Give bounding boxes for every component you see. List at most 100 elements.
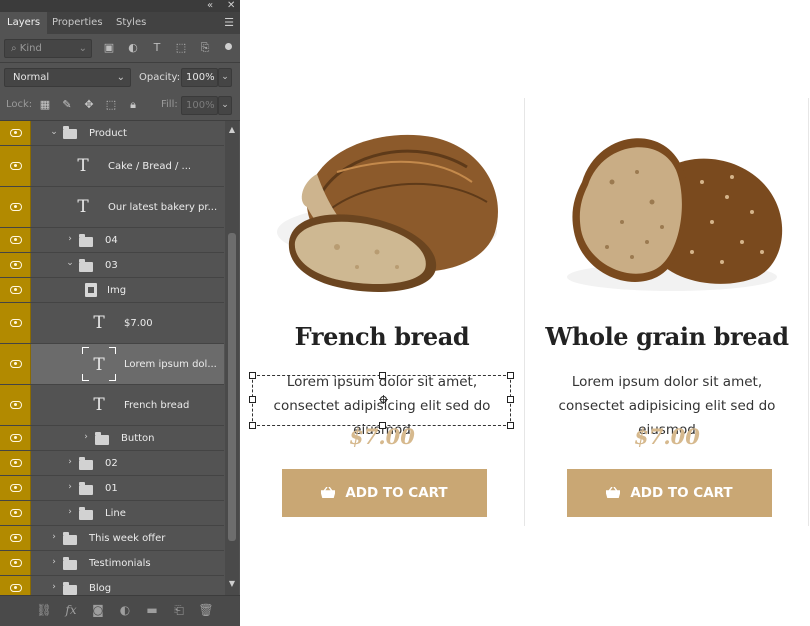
filter-kind-select[interactable]: ⌕ Kind ⌄: [4, 39, 92, 58]
layer-row[interactable]: › 02: [0, 451, 224, 476]
eye-icon: [10, 203, 22, 211]
lock-transparent-icon[interactable]: ▦: [38, 98, 52, 112]
layer-row[interactable]: ⌄ 03: [0, 253, 224, 278]
chevron-right-icon[interactable]: ›: [65, 457, 75, 467]
scroll-down-icon[interactable]: ▼: [227, 579, 237, 588]
layer-mask-icon[interactable]: ◙: [90, 603, 106, 617]
visibility-toggle[interactable]: [0, 451, 31, 475]
layer-row[interactable]: › 01: [0, 476, 224, 501]
opacity-input[interactable]: 100%: [181, 68, 218, 87]
eye-icon: [10, 459, 22, 467]
whole-grain-bread-image: [567, 138, 783, 291]
layer-name: This week offer: [89, 533, 166, 544]
layer-row[interactable]: › 04: [0, 228, 224, 253]
layer-row-selected[interactable]: T Lorem ipsum dol...: [0, 344, 224, 385]
chevron-right-icon[interactable]: ›: [65, 482, 75, 492]
visibility-toggle[interactable]: [0, 253, 31, 277]
layer-row[interactable]: T Cake / Bread / ...: [0, 146, 224, 187]
layer-list-scrollbar[interactable]: ▲ ▼: [225, 121, 239, 595]
tab-layers[interactable]: Layers: [0, 12, 48, 34]
layer-row[interactable]: › Testimonials: [0, 551, 224, 576]
folder-icon: [95, 432, 109, 445]
visibility-toggle[interactable]: [0, 551, 31, 575]
chevron-down-icon[interactable]: ⌄: [65, 258, 75, 268]
visibility-toggle[interactable]: [0, 121, 31, 145]
new-layer-icon[interactable]: ⎗: [171, 603, 187, 617]
visibility-toggle[interactable]: [0, 576, 31, 595]
visibility-toggle[interactable]: [0, 278, 31, 302]
layer-row[interactable]: T French bread: [0, 385, 224, 426]
chevron-down-icon[interactable]: ⌄: [49, 127, 59, 137]
delete-layer-icon[interactable]: 🗑︎: [198, 603, 214, 617]
eye-icon: [10, 534, 22, 542]
layer-row[interactable]: › Line: [0, 501, 224, 526]
lock-pixels-icon[interactable]: ✎: [60, 98, 74, 112]
new-group-icon[interactable]: ▬: [144, 603, 160, 617]
visibility-toggle[interactable]: [0, 228, 31, 252]
lock-label: Lock:: [6, 99, 33, 110]
close-icon[interactable]: ✕: [227, 0, 235, 12]
layer-name: 03: [105, 260, 118, 271]
chevron-right-icon[interactable]: ›: [65, 507, 75, 517]
smart-object-filter-icon[interactable]: ⎘: [198, 41, 212, 55]
fill-dropdown-icon[interactable]: ⌄: [218, 96, 232, 115]
layer-row[interactable]: Img: [0, 278, 224, 303]
layer-name: 01: [105, 483, 118, 494]
blend-mode-select[interactable]: Normal ⌄: [4, 68, 131, 87]
visibility-toggle[interactable]: [0, 501, 31, 525]
panel-menu-icon[interactable]: ☰: [224, 16, 234, 29]
visibility-toggle[interactable]: [0, 187, 31, 227]
chevron-right-icon[interactable]: ›: [49, 557, 59, 567]
column-divider: [524, 98, 525, 526]
lock-row: Lock: ▦ ✎ ✥ ⬚ 🔒︎ Fill: 100% ⌄: [4, 94, 236, 116]
type-layer-icon: T: [77, 197, 89, 217]
layer-name: 02: [105, 458, 118, 469]
fx-icon[interactable]: fx: [63, 603, 79, 617]
adjustment-filter-icon[interactable]: ◐: [126, 41, 140, 55]
add-to-cart-button[interactable]: ADD TO CART: [567, 469, 772, 517]
layer-name: Line: [105, 508, 126, 519]
scroll-up-icon[interactable]: ▲: [227, 125, 237, 134]
adjustment-layer-icon[interactable]: ◐: [117, 603, 133, 617]
layer-row[interactable]: › Button: [0, 426, 224, 451]
scroll-thumb[interactable]: [228, 233, 236, 541]
chevron-right-icon[interactable]: ›: [49, 532, 59, 542]
type-filter-icon[interactable]: T: [150, 41, 164, 55]
layer-row[interactable]: T Our latest bakery pr...: [0, 187, 224, 228]
layer-row[interactable]: ⌄ Product: [0, 121, 224, 146]
visibility-toggle[interactable]: [0, 303, 31, 343]
collapse-icon[interactable]: «: [207, 0, 213, 12]
layer-row[interactable]: › This week offer: [0, 526, 224, 551]
link-layers-icon[interactable]: ⛓︎: [36, 603, 52, 617]
layer-row[interactable]: T $7.00: [0, 303, 224, 344]
visibility-toggle[interactable]: [0, 344, 31, 384]
opacity-dropdown-icon[interactable]: ⌄: [218, 68, 232, 87]
chevron-right-icon[interactable]: ›: [65, 234, 75, 244]
visibility-toggle[interactable]: [0, 526, 31, 550]
filter-toggle-icon[interactable]: [225, 43, 232, 50]
tab-styles[interactable]: Styles: [109, 12, 153, 34]
visibility-toggle[interactable]: [0, 476, 31, 500]
image-filter-icon[interactable]: ▣: [102, 41, 116, 55]
folder-icon: [79, 234, 93, 247]
divider: [0, 62, 240, 63]
add-to-cart-button[interactable]: ADD TO CART: [282, 469, 487, 517]
visibility-toggle[interactable]: [0, 385, 31, 425]
lock-all-icon[interactable]: 🔒︎: [126, 98, 140, 112]
lock-position-icon[interactable]: ✥: [82, 98, 96, 112]
chevron-right-icon[interactable]: ›: [81, 432, 91, 442]
eye-icon: [10, 319, 22, 327]
layer-name: 04: [105, 235, 118, 246]
type-layer-icon: T: [82, 347, 116, 381]
lock-artboard-icon[interactable]: ⬚: [104, 98, 118, 112]
visibility-toggle[interactable]: [0, 426, 31, 450]
tab-properties[interactable]: Properties: [45, 12, 110, 34]
folder-icon: [79, 457, 93, 470]
chevron-right-icon[interactable]: ›: [49, 582, 59, 592]
layer-name: Product: [89, 128, 127, 139]
fill-input[interactable]: 100%: [181, 96, 218, 115]
visibility-toggle[interactable]: [0, 146, 31, 186]
layer-row[interactable]: › Blog: [0, 576, 224, 595]
shape-filter-icon[interactable]: ⬚: [174, 41, 188, 55]
folder-icon: [63, 126, 77, 139]
